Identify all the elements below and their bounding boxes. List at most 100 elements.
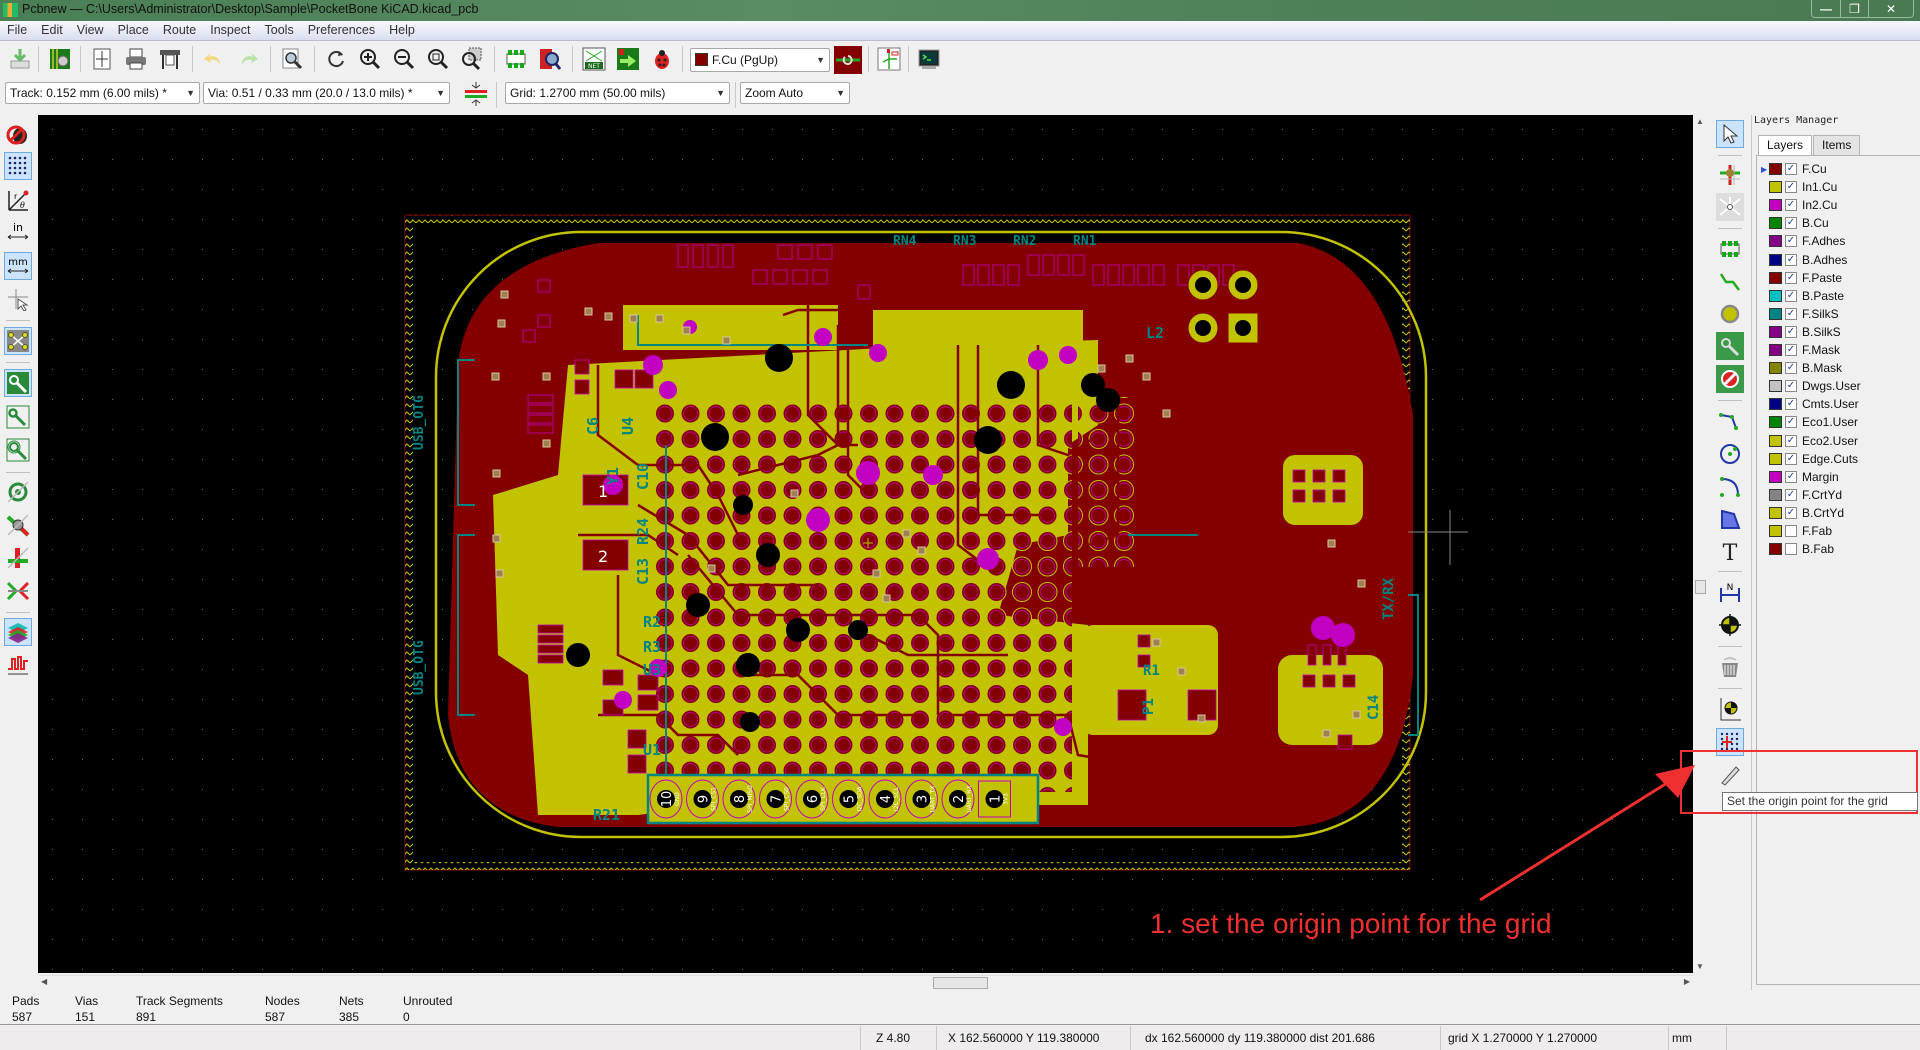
inches-button[interactable]: in xyxy=(4,218,32,246)
redo-button[interactable] xyxy=(234,45,262,73)
layer-visibility-checkbox[interactable]: ✓ xyxy=(1785,307,1797,320)
board-setup-button[interactable] xyxy=(46,45,74,73)
layer-row-f-adhes[interactable]: ✓ F.Adhes xyxy=(1761,232,1845,250)
layer-visibility-checkbox[interactable]: ✓ xyxy=(1785,344,1797,356)
layer-color-swatch[interactable] xyxy=(1769,289,1782,302)
polar-coords-button[interactable]: rθ xyxy=(4,186,32,214)
layer-color-swatch[interactable] xyxy=(1769,470,1782,483)
add-polygon-button[interactable] xyxy=(1716,505,1744,533)
ratsnest-button[interactable] xyxy=(4,327,32,355)
layer-visibility-checkbox[interactable]: ✓ xyxy=(1785,506,1797,519)
layer-color-swatch[interactable] xyxy=(1769,307,1782,320)
layer-visibility-checkbox[interactable]: ✓ xyxy=(1785,199,1797,212)
layer-visibility-checkbox[interactable]: ✓ xyxy=(1785,416,1797,429)
cursor-shape-button[interactable] xyxy=(4,285,32,313)
minimize-button[interactable]: — xyxy=(1812,0,1840,17)
scroll-thumb[interactable] xyxy=(933,977,988,989)
netlist-button[interactable]: NET xyxy=(580,45,608,73)
add-via-button[interactable] xyxy=(1716,300,1744,328)
layers-manager-toggle-button[interactable] xyxy=(4,618,32,646)
drc-button[interactable] xyxy=(648,45,676,73)
scroll-down-arrow[interactable]: ▼ xyxy=(1696,962,1704,971)
add-arc-button[interactable] xyxy=(1716,473,1744,501)
page-settings-button[interactable] xyxy=(88,45,116,73)
layer-color-swatch[interactable] xyxy=(1769,271,1782,284)
pad-sketch-button[interactable] xyxy=(4,478,32,506)
add-text-button[interactable]: T xyxy=(1716,537,1744,565)
add-dimension-button[interactable]: N xyxy=(1716,578,1744,606)
auto-track-width-button[interactable] xyxy=(462,80,490,108)
route-track-button[interactable] xyxy=(1716,268,1744,296)
layer-visibility-checkbox[interactable]: ✓ xyxy=(1785,163,1797,175)
layer-color-swatch[interactable] xyxy=(1769,416,1782,429)
layer-visibility-checkbox[interactable]: ✓ xyxy=(1785,181,1797,194)
layer-row-b-fab[interactable]: B.Fab xyxy=(1761,540,1834,558)
horizontal-scrollbar[interactable]: ◀ ▶ xyxy=(38,975,1693,990)
layer-row-b-paste[interactable]: ✓ B.Paste xyxy=(1761,287,1844,305)
close-button[interactable]: ✕ xyxy=(1868,0,1913,17)
plot-button[interactable] xyxy=(156,45,184,73)
layer-row-f-mask[interactable]: ✓ F.Mask xyxy=(1761,341,1840,359)
layer-row-f-silks[interactable]: ✓ F.SilkS xyxy=(1761,305,1839,323)
redraw-button[interactable] xyxy=(322,45,350,73)
layer-row-margin[interactable]: ✓ Margin xyxy=(1761,468,1839,486)
add-keepout-button[interactable] xyxy=(1716,365,1744,393)
drc-off-button[interactable] xyxy=(4,120,32,148)
footprint-editor-button[interactable] xyxy=(502,45,530,73)
undo-button[interactable] xyxy=(200,45,228,73)
add-zone-button[interactable] xyxy=(1716,332,1744,360)
layer-row-in2-cu[interactable]: ✓ In2.Cu xyxy=(1761,196,1837,214)
scroll-thumb[interactable] xyxy=(1695,580,1706,594)
scroll-up-arrow[interactable]: ▲ xyxy=(1696,117,1704,126)
save-board-button[interactable] xyxy=(6,45,34,73)
update-pcb-button[interactable] xyxy=(614,45,642,73)
layer-color-swatch[interactable] xyxy=(1769,543,1782,556)
highlight-net-button[interactable] xyxy=(1716,161,1744,189)
zoom-fit-button[interactable] xyxy=(424,45,452,73)
footprint-viewer-button[interactable] xyxy=(536,45,564,73)
layer-visibility-checkbox[interactable]: ✓ xyxy=(1785,271,1797,284)
layer-visibility-checkbox[interactable]: ✓ xyxy=(1785,434,1797,447)
scripting-console-button[interactable] xyxy=(915,45,943,73)
select-tool-button[interactable] xyxy=(1716,120,1744,148)
layer-visibility-checkbox[interactable]: ✓ xyxy=(1785,362,1797,375)
layer-color-swatch[interactable] xyxy=(1769,181,1782,194)
layer-visibility-checkbox[interactable]: ✓ xyxy=(1785,488,1797,501)
tab-layers[interactable]: Layers xyxy=(1758,135,1813,156)
layer-color-swatch[interactable] xyxy=(1769,253,1782,266)
layer-visibility-checkbox[interactable]: ✓ xyxy=(1785,253,1797,266)
drill-origin-button[interactable] xyxy=(1716,695,1744,723)
zone-fill-outline-button[interactable] xyxy=(4,436,32,464)
scroll-right-arrow[interactable]: ▶ xyxy=(1684,977,1690,986)
add-target-button[interactable] xyxy=(1716,611,1744,639)
layer-color-swatch[interactable] xyxy=(1769,452,1782,465)
layer-visibility-checkbox[interactable]: ✓ xyxy=(1785,398,1797,411)
local-ratsnest-button[interactable] xyxy=(1716,193,1744,221)
layer-row-edge-cuts[interactable]: ✓ Edge.Cuts xyxy=(1761,450,1858,468)
grid-size-select[interactable]: Grid: 1.2700 mm (50.00 mils) ▼ xyxy=(505,82,730,104)
zoom-selection-button[interactable] xyxy=(458,45,486,73)
layer-color-swatch[interactable] xyxy=(1769,325,1782,338)
layer-visibility-checkbox[interactable]: ✓ xyxy=(1785,235,1797,248)
via-sketch-button[interactable] xyxy=(4,511,32,539)
layer-color-swatch[interactable] xyxy=(1769,525,1782,537)
zoom-select[interactable]: Zoom Auto ▼ xyxy=(740,82,850,104)
zone-fill-button[interactable] xyxy=(4,369,32,397)
layer-row-f-crtyd[interactable]: ✓ F.CrtYd xyxy=(1761,486,1842,504)
tab-items[interactable]: Items xyxy=(1813,135,1861,155)
pcb-canvas[interactable]: 10 GND 9 SPI_CS1 8 SPI_MISO 7 SPI_CS0 6 SPI_CLK 5 I… xyxy=(38,115,1693,973)
layer-visibility-checkbox[interactable] xyxy=(1785,525,1797,537)
millimeters-button[interactable]: mm xyxy=(4,252,32,280)
via-size-select[interactable]: Via: 0.51 / 0.33 mm (20.0 / 13.0 mils) *… xyxy=(203,82,450,104)
layer-visibility-checkbox[interactable]: ✓ xyxy=(1785,452,1797,465)
layer-row-cmts-user[interactable]: ✓ Cmts.User xyxy=(1761,395,1859,413)
layer-row-b-silks[interactable]: ✓ B.SilkS xyxy=(1761,323,1841,341)
find-button[interactable] xyxy=(278,45,306,73)
add-footprint-button[interactable] xyxy=(1716,235,1744,263)
scroll-left-arrow[interactable]: ◀ xyxy=(41,977,47,986)
menu-file[interactable]: File xyxy=(0,21,34,37)
delete-button[interactable] xyxy=(1716,653,1744,681)
layer-row-b-crtyd[interactable]: ✓ B.CrtYd xyxy=(1761,504,1844,522)
layer-pair-button[interactable] xyxy=(834,46,862,74)
layer-row-b-adhes[interactable]: ✓ B.Adhes xyxy=(1761,251,1847,269)
